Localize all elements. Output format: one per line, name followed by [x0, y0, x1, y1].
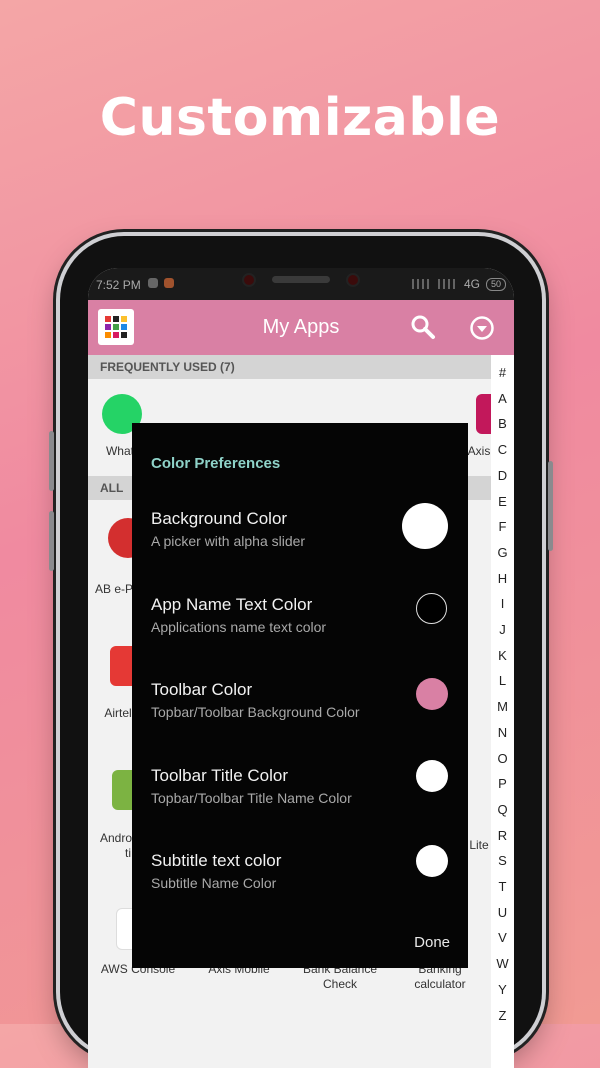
index-letter[interactable]: E — [491, 494, 514, 509]
index-letter[interactable]: Y — [491, 982, 514, 997]
notification-icons — [148, 277, 188, 291]
index-letter[interactable]: I — [491, 596, 514, 611]
pref-subtitle: A picker with alpha slider — [151, 533, 306, 549]
app-label: Andro — [99, 831, 133, 845]
pref-title: Background Color — [151, 509, 288, 528]
pref-subtitle: Subtitle Name Color — [151, 875, 277, 891]
color-swatch[interactable] — [416, 760, 448, 792]
index-letter[interactable]: N — [491, 725, 514, 740]
pref-title: Toolbar Color — [151, 680, 253, 699]
shield-icon — [148, 278, 158, 288]
color-preferences-dialog: Color Preferences Background Color A pic… — [132, 423, 468, 968]
index-letter[interactable]: V — [491, 930, 514, 945]
pref-app-name-text-color[interactable]: App Name Text Color Applications name te… — [132, 593, 468, 675]
pref-background-color[interactable]: Background Color A picker with alpha sli… — [132, 503, 468, 589]
network-type: 4G — [463, 277, 480, 291]
signal-icon — [411, 279, 432, 289]
index-letter[interactable]: K — [491, 648, 514, 663]
app-label: Axis — [467, 444, 491, 458]
index-letter[interactable]: A — [491, 391, 514, 406]
volume-up-button — [49, 431, 54, 491]
index-letter[interactable]: S — [491, 853, 514, 868]
index-letter[interactable]: B — [491, 416, 514, 431]
headline: Customizable — [99, 88, 501, 148]
app-notification-icon — [164, 278, 174, 288]
index-letter[interactable]: P — [491, 776, 514, 791]
pref-toolbar-color[interactable]: Toolbar Color Topbar/Toolbar Background … — [132, 678, 468, 760]
index-letter[interactable]: G — [491, 545, 514, 560]
screen: 7:52 PM 4G 50 My Apps FREQUENTLY USED (7… — [88, 268, 514, 1068]
index-letter[interactable]: T — [491, 879, 514, 894]
section-frequently-used: FREQUENTLY USED (7) — [88, 355, 491, 379]
toolbar: My Apps — [88, 300, 514, 355]
index-letter[interactable]: # — [491, 365, 514, 380]
pref-subtitle-text-color[interactable]: Subtitle text color Subtitle Name Color — [132, 845, 468, 931]
color-swatch[interactable] — [416, 845, 448, 877]
camera-left — [244, 275, 254, 285]
index-letter[interactable]: D — [491, 468, 514, 483]
camera-right — [348, 275, 358, 285]
pref-title: Subtitle text color — [151, 851, 282, 870]
index-letter[interactable]: Q — [491, 802, 514, 817]
status-bar: 7:52 PM 4G 50 — [88, 268, 514, 300]
dialog-title: Color Preferences — [151, 455, 281, 472]
signal-icon-2 — [437, 279, 458, 289]
app-label: AB e-P — [94, 582, 133, 596]
status-time: 7:52 PM — [96, 278, 141, 292]
search-icon[interactable] — [410, 314, 436, 340]
index-letter[interactable]: M — [491, 699, 514, 714]
index-letter[interactable]: L — [491, 673, 514, 688]
toolbar-title: My Apps — [262, 316, 340, 338]
done-button[interactable]: Done — [414, 934, 450, 951]
color-swatch[interactable] — [416, 678, 448, 710]
earpiece-speaker — [272, 276, 330, 283]
power-button — [548, 461, 553, 551]
index-letter[interactable]: J — [491, 622, 514, 637]
index-letter[interactable]: U — [491, 905, 514, 920]
index-letter[interactable]: C — [491, 442, 514, 457]
index-letter[interactable]: R — [491, 828, 514, 843]
dropdown-menu-icon[interactable] — [469, 315, 495, 341]
pref-title: Toolbar Title Color — [151, 766, 289, 785]
index-letter[interactable]: W — [491, 956, 514, 971]
pref-title: App Name Text Color — [151, 595, 313, 614]
pref-subtitle: Topbar/Toolbar Background Color — [151, 704, 360, 720]
app-label: Lite — [469, 838, 489, 852]
phone-frame: 7:52 PM 4G 50 My Apps FREQUENTLY USED (7… — [49, 236, 553, 1068]
index-letter[interactable]: F — [491, 519, 514, 534]
status-right: 4G 50 — [411, 277, 506, 291]
alphabet-index-bar[interactable]: # A B C D E F G H I J K L M N O P Q R S T U V W Y Z — [491, 355, 514, 1068]
color-swatch[interactable] — [402, 503, 448, 549]
pref-subtitle: Topbar/Toolbar Title Name Color — [151, 790, 352, 806]
pref-subtitle: Applications name text color — [151, 619, 327, 635]
volume-down-button — [49, 511, 54, 571]
pref-toolbar-title-color[interactable]: Toolbar Title Color Topbar/Toolbar Title… — [132, 760, 468, 846]
battery-icon: 50 — [485, 277, 506, 291]
index-letter[interactable]: Z — [491, 1008, 514, 1023]
index-letter[interactable]: H — [491, 571, 514, 586]
index-letter[interactable]: O — [491, 751, 514, 766]
color-swatch[interactable] — [416, 593, 447, 624]
